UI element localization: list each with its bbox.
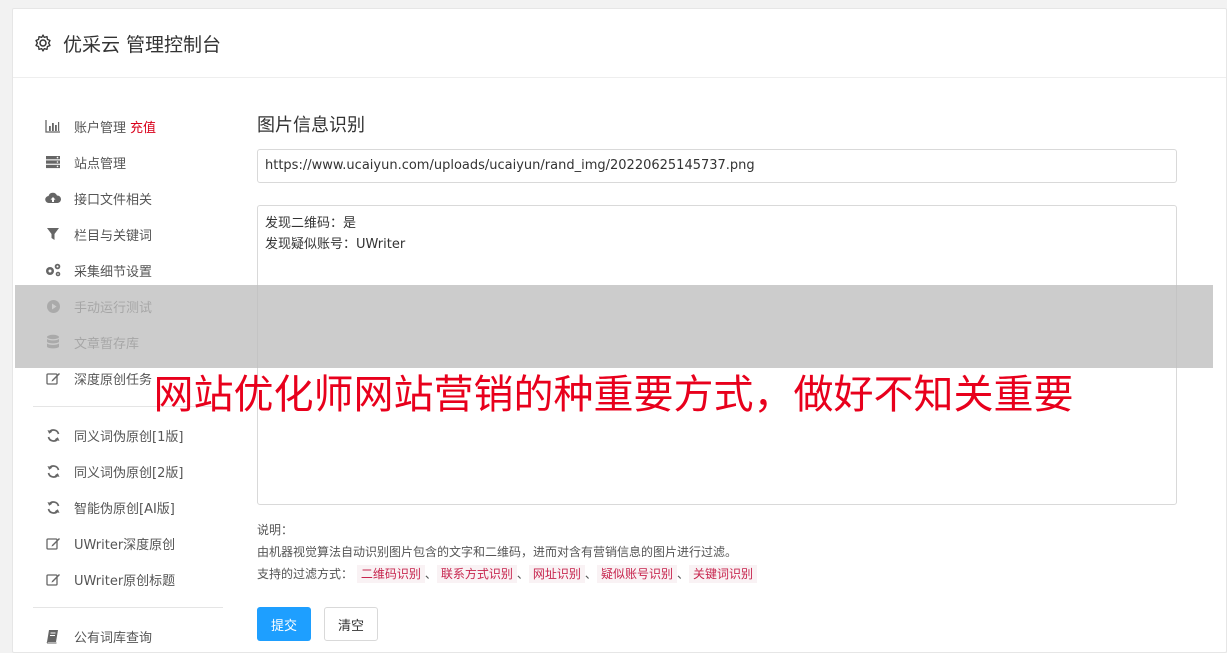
sidebar-item-label: 账户管理 [74,120,127,136]
result-line: 发现二维码：是 [265,216,357,231]
sidebar-item-label: 公有词库查询 [74,630,153,646]
filter-separator: 、 [676,567,689,581]
server-icon [44,153,62,171]
desc-text: 由机器视觉算法自动识别图片包含的文字和二维码，进而对含有营销信息的图片进行过滤。 [257,545,738,559]
sidebar-item[interactable]: 账户管理 充值 [13,108,225,144]
filter-tag: 联系方式识别 [436,565,517,583]
cloud-upload-icon [44,189,62,207]
edit-icon [44,570,62,588]
refresh-icon [44,426,62,444]
sidebar-item-label: UWriter原创标题 [74,573,176,589]
sidebar-item[interactable]: 栏目与关键词 [13,216,225,252]
refresh-icon [44,498,62,516]
book-icon [44,627,62,645]
refresh-icon [44,462,62,480]
sidebar-item[interactable]: 站点管理 [13,144,225,180]
filter-tag: 疑似账号识别 [596,565,677,583]
sidebar-item[interactable]: UWriter原创标题 [13,561,225,597]
recharge-link[interactable]: 充值 [130,117,156,136]
filters-line: 支持的过滤方式： 二维码识别、联系方式识别、网址识别、疑似账号识别、关键词识别 [257,563,1177,585]
overlay-caption: 网站优化师网站营销的种重要方式，做好不知关重要 [153,372,1074,418]
filters-label: 支持的过滤方式： [257,567,354,581]
clear-button[interactable]: 清空 [324,607,378,641]
sidebar-item-label: 站点管理 [74,156,127,172]
section-title: 图片信息识别 [257,115,365,136]
sidebar-item[interactable]: 采集细节设置 [13,252,225,288]
desc-label: 说明： [257,523,294,537]
description: 说明： 由机器视觉算法自动识别图片包含的文字和二维码，进而对含有营销信息的图片进… [257,519,1177,585]
sidebar-item[interactable]: 同义词伪原创[2版] [13,453,225,489]
filter-separator: 、 [424,567,437,581]
sidebar-item-label: 栏目与关键词 [74,228,153,244]
sidebar-item[interactable]: 同义词伪原创[1版] [13,417,225,453]
image-url-input[interactable]: https://www.ucaiyun.com/uploads/ucaiyun/… [257,149,1177,183]
sidebar-item[interactable]: UWriter深度原创 [13,525,225,561]
gear-icon [33,33,53,53]
filter-tag: 关键词识别 [688,565,757,583]
sidebar-item-label: 接口文件相关 [74,192,153,208]
header: 优采云 管理控制台 [13,9,1226,78]
sidebar-item-label: 智能伪原创[AI版] [74,501,175,517]
sidebar-item[interactable]: 接口文件相关 [13,180,225,216]
filter-tag: 网址识别 [528,565,585,583]
sidebar-item-label: UWriter深度原创 [74,537,176,553]
page-title: 优采云 管理控制台 [63,33,222,56]
sidebar-item[interactable]: 智能伪原创[AI版] [13,489,225,525]
result-line: 发现疑似账号：UWriter [265,237,406,252]
sidebar-divider [33,607,223,608]
sidebar-item-label: 同义词伪原创[2版] [74,465,184,481]
gears-icon [44,261,62,279]
filter-separator: 、 [584,567,597,581]
submit-button[interactable]: 提交 [257,607,311,641]
button-row: 提交 清空 [257,607,1177,641]
edit-icon [44,534,62,552]
filter-icon [44,225,62,243]
filter-separator: 、 [516,567,529,581]
filter-tag: 二维码识别 [356,565,425,583]
gray-overlay-band [15,285,1213,368]
sidebar-item-label: 同义词伪原创[1版] [74,429,184,445]
bar-chart-icon [44,117,62,135]
sidebar-item[interactable]: 公有词库查询 [13,618,225,652]
sidebar-item-label: 采集细节设置 [74,264,153,280]
